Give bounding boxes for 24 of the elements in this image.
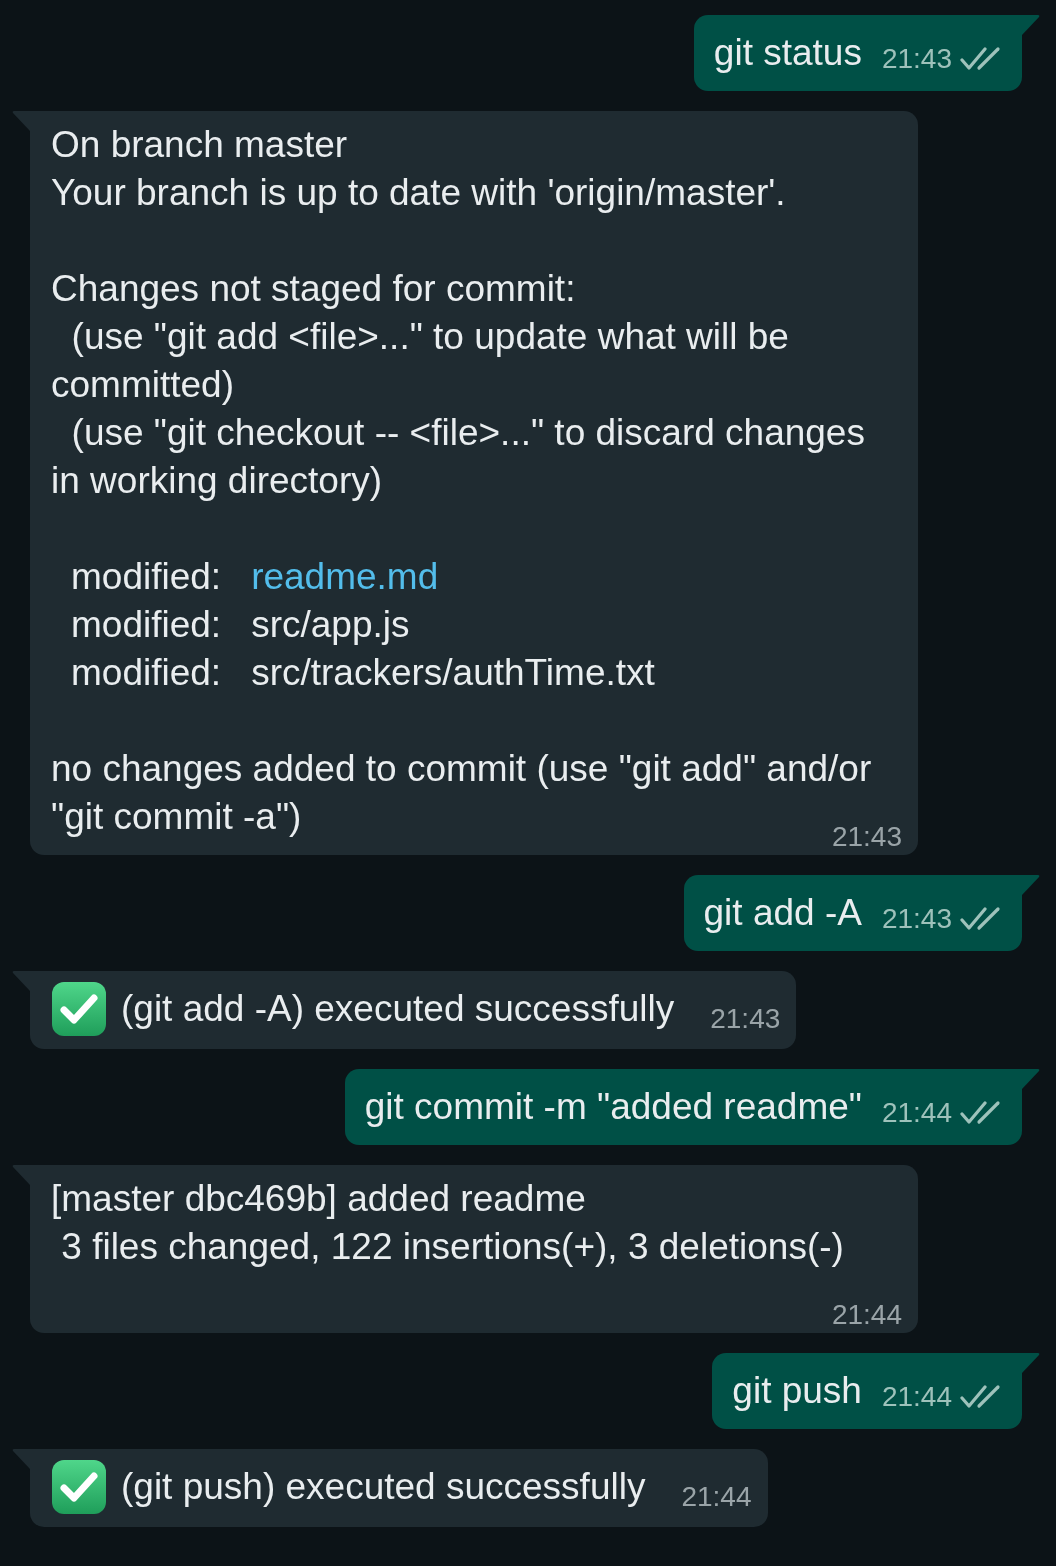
file-status: modified: — [71, 603, 222, 647]
message-text: (git push) executed successfully — [121, 1465, 646, 1509]
message-time: 21:43 — [710, 1002, 781, 1036]
message-text: git commit -m "added readme" — [364, 1085, 862, 1129]
message-text: Changes not staged for commit: (use "git add <file>..." to update what will be committed) (use "git checkout -- <file>..." to discard changes in working directory) — [51, 267, 866, 503]
message-text: git status — [713, 31, 862, 75]
message-text: On branch master Your branch is up to date with 'origin/master'. — [51, 123, 787, 215]
message-time: 21:43 — [831, 820, 902, 854]
message-text: git push — [732, 1369, 862, 1413]
message-text: git add -A — [703, 891, 862, 935]
message-time: 21:43 — [881, 42, 952, 76]
message-time: 21:44 — [831, 1298, 902, 1332]
message-time: 21:44 — [881, 1096, 952, 1130]
file-path: src/trackers/authTime.txt — [251, 651, 655, 695]
check-mark-icon — [51, 1459, 107, 1515]
message-time: 21:43 — [881, 902, 952, 936]
message-text: (git add -A) executed successfully — [121, 987, 675, 1031]
file-status: modified: — [71, 651, 222, 695]
file-link[interactable]: readme.md — [251, 553, 655, 601]
message-time: 21:44 — [881, 1380, 952, 1414]
file-status: modified: — [71, 555, 222, 599]
check-mark-icon — [51, 981, 107, 1037]
file-path: src/app.js — [251, 603, 411, 647]
message-time: 21:44 — [681, 1480, 752, 1514]
